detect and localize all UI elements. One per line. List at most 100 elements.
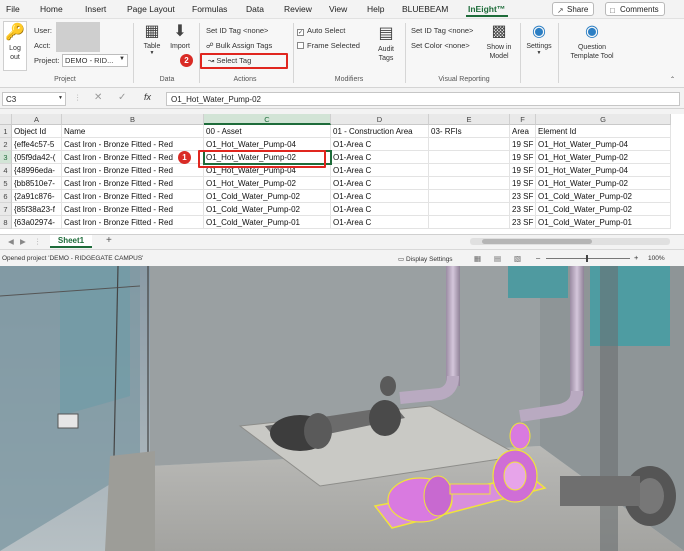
menu-data[interactable]: Data bbox=[246, 4, 264, 14]
table-cell[interactable]: O1_Cold_Water_Pump-02 bbox=[536, 190, 671, 203]
menu-view[interactable]: View bbox=[329, 4, 347, 14]
model-scene[interactable] bbox=[0, 266, 684, 551]
column-header-c[interactable]: C bbox=[204, 114, 331, 125]
row-header[interactable]: 6 bbox=[0, 190, 12, 203]
auto-select-checkbox[interactable]: ✓ Auto Select bbox=[297, 26, 345, 36]
zoom-slider-thumb[interactable] bbox=[586, 255, 588, 262]
name-box-chevron-icon[interactable]: ▼ bbox=[58, 95, 63, 101]
more-sheets-icon[interactable]: ⋮ bbox=[34, 237, 42, 246]
table-cell[interactable]: O1-Area C bbox=[331, 138, 429, 151]
table-cell[interactable]: 23 SF bbox=[510, 216, 536, 229]
table-cell[interactable]: {85f38a23-f bbox=[12, 203, 62, 216]
table-cell[interactable]: 19 SF bbox=[510, 177, 536, 190]
table-cell[interactable]: Cast Iron - Bronze Fitted - Red bbox=[62, 216, 204, 229]
zoom-out-icon[interactable]: – bbox=[536, 253, 540, 262]
table-cell[interactable]: O1_Cold_Water_Pump-01 bbox=[536, 216, 671, 229]
table-header-cell[interactable]: Name bbox=[62, 125, 204, 138]
table-cell[interactable]: O1_Cold_Water_Pump-02 bbox=[536, 203, 671, 216]
table-cell[interactable] bbox=[429, 138, 510, 151]
menu-insert[interactable]: Insert bbox=[85, 4, 106, 14]
next-sheet-icon[interactable]: ▶ bbox=[20, 237, 26, 246]
settings-button[interactable]: ◉ Settings ▼ bbox=[524, 23, 554, 56]
fx-icon[interactable]: fx bbox=[144, 92, 151, 102]
visual-set-color-field[interactable]: Set Color <none> bbox=[411, 41, 470, 50]
table-button[interactable]: ▦ Table ▼ bbox=[140, 23, 164, 56]
table-header-cell[interactable]: 01 - Construction Area bbox=[331, 125, 429, 138]
prev-sheet-icon[interactable]: ◀ bbox=[8, 237, 14, 246]
table-cell[interactable]: 19 SF bbox=[510, 138, 536, 151]
table-cell[interactable]: {bb8510e7- bbox=[12, 177, 62, 190]
scrollbar-thumb[interactable] bbox=[482, 239, 592, 244]
table-cell[interactable]: {63a02974- bbox=[12, 216, 62, 229]
row-header[interactable]: 8 bbox=[0, 216, 12, 229]
table-cell[interactable] bbox=[429, 151, 510, 164]
visual-set-id-tag-field[interactable]: Set ID Tag <none> bbox=[411, 26, 473, 35]
bulk-assign-tags-button[interactable]: ☍ Bulk Assign Tags bbox=[206, 41, 272, 50]
table-cell[interactable]: Cast Iron - Bronze Fitted - Red bbox=[62, 177, 204, 190]
table-cell[interactable]: {effe4c57-5 bbox=[12, 138, 62, 151]
table-cell[interactable]: O1_Hot_Water_Pump-02 bbox=[536, 177, 671, 190]
formula-input[interactable]: O1_Hot_Water_Pump-02 bbox=[166, 92, 680, 106]
table-cell[interactable]: O1_Cold_Water_Pump-01 bbox=[204, 216, 331, 229]
show-in-model-button[interactable]: ▩ Show in Model bbox=[482, 23, 516, 61]
enter-icon[interactable]: ✓ bbox=[118, 92, 126, 103]
menu-review[interactable]: Review bbox=[284, 4, 312, 14]
zoom-level[interactable]: 100% bbox=[648, 255, 665, 262]
menu-home[interactable]: Home bbox=[40, 4, 63, 14]
set-id-tag-field[interactable]: Set ID Tag <none> bbox=[206, 26, 268, 35]
select-all-corner[interactable] bbox=[0, 114, 12, 125]
table-cell[interactable]: O1_Cold_Water_Pump-02 bbox=[204, 203, 331, 216]
table-cell[interactable]: 19 SF bbox=[510, 151, 536, 164]
menu-file[interactable]: File bbox=[6, 4, 20, 14]
page-layout-view-icon[interactable]: ▤ bbox=[494, 254, 501, 263]
table-cell[interactable]: {2a91c876- bbox=[12, 190, 62, 203]
table-header-cell[interactable]: 03- RFIs bbox=[429, 125, 510, 138]
table-cell[interactable]: {05f9da42-( bbox=[12, 151, 62, 164]
table-cell[interactable] bbox=[429, 203, 510, 216]
table-header-cell[interactable]: Element Id bbox=[536, 125, 671, 138]
column-header-f[interactable]: F bbox=[510, 114, 536, 125]
menu-page-layout[interactable]: Page Layout bbox=[127, 4, 175, 14]
table-cell[interactable]: Cast Iron - Bronze Fitted - Red bbox=[62, 164, 204, 177]
menu-bluebeam[interactable]: BLUEBEAM bbox=[402, 4, 448, 14]
frame-selected-checkbox[interactable]: Frame Selected bbox=[297, 41, 360, 50]
zoom-in-icon[interactable]: + bbox=[634, 253, 638, 262]
table-cell[interactable]: O1_Hot_Water_Pump-04 bbox=[536, 138, 671, 151]
table-cell[interactable] bbox=[429, 164, 510, 177]
column-header-e[interactable]: E bbox=[429, 114, 510, 125]
column-header-g[interactable]: G bbox=[536, 114, 671, 125]
column-header-d[interactable]: D bbox=[331, 114, 429, 125]
table-cell[interactable]: O1_Hot_Water_Pump-02 bbox=[204, 177, 331, 190]
audit-tags-button[interactable]: ▤ Audit Tags bbox=[372, 25, 400, 63]
table-cell[interactable] bbox=[429, 190, 510, 203]
sheet-tab-sheet1[interactable]: Sheet1 bbox=[50, 235, 92, 248]
model-viewport[interactable] bbox=[0, 266, 684, 551]
project-select[interactable]: DEMO - RID... ▼ bbox=[62, 54, 128, 67]
table-cell[interactable]: 23 SF bbox=[510, 203, 536, 216]
row-header[interactable]: 3 bbox=[0, 151, 12, 164]
table-header-cell[interactable]: Object Id bbox=[12, 125, 62, 138]
table-cell[interactable]: O1-Area C bbox=[331, 190, 429, 203]
menu-formulas[interactable]: Formulas bbox=[192, 4, 227, 14]
row-header[interactable]: 7 bbox=[0, 203, 12, 216]
comments-button[interactable]: □ Comments bbox=[605, 2, 665, 16]
table-cell[interactable]: O1-Area C bbox=[331, 164, 429, 177]
add-sheet-button[interactable]: + bbox=[106, 235, 112, 246]
cancel-icon[interactable]: ✕ bbox=[94, 92, 102, 103]
table-cell[interactable]: Cast Iron - Bronze Fitted - Red bbox=[62, 138, 204, 151]
table-cell[interactable]: O1-Area C bbox=[331, 203, 429, 216]
row-header[interactable]: 2 bbox=[0, 138, 12, 151]
table-cell[interactable] bbox=[429, 216, 510, 229]
menu-ineight[interactable]: InEight™ bbox=[468, 4, 505, 14]
row-header[interactable]: 5 bbox=[0, 177, 12, 190]
logout-button[interactable]: 🔑 Log out bbox=[3, 21, 27, 71]
table-cell[interactable]: {48996eda- bbox=[12, 164, 62, 177]
table-header-cell[interactable]: 00 - Asset bbox=[204, 125, 331, 138]
column-header-a[interactable]: A bbox=[12, 114, 62, 125]
collapse-ribbon-icon[interactable]: ⌃ bbox=[670, 76, 675, 83]
normal-view-icon[interactable]: ▦ bbox=[474, 254, 481, 263]
horizontal-scrollbar[interactable] bbox=[470, 238, 670, 245]
table-cell[interactable]: 19 SF bbox=[510, 164, 536, 177]
table-cell[interactable] bbox=[429, 177, 510, 190]
column-header-b[interactable]: B bbox=[62, 114, 204, 125]
